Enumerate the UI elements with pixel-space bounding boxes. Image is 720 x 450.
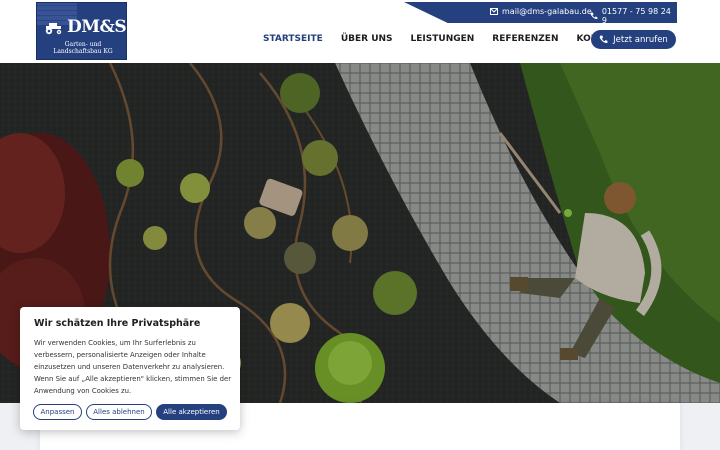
call-now-label: Jetzt anrufen xyxy=(613,34,668,45)
customize-button[interactable]: Anpassen xyxy=(33,404,82,420)
phone-text: 01577 - 75 98 24 9 xyxy=(601,7,671,25)
phone-icon xyxy=(599,35,608,44)
mail-icon xyxy=(490,8,498,15)
cookie-consent-dialog: Wir schätzen Ihre Privatsphäre Wir verwe… xyxy=(20,307,240,430)
site-header: DM&S Garten- und Landschaftsbau KG mail@… xyxy=(0,0,720,63)
call-now-button[interactable]: Jetzt anrufen xyxy=(591,30,676,49)
email-link[interactable]: mail@dms-galabau.de xyxy=(490,7,592,16)
cookie-title: Wir schätzen Ihre Privatsphäre xyxy=(34,318,201,329)
nav-item-startseite[interactable]: STARTSEITE xyxy=(263,34,323,44)
tractor-icon xyxy=(45,23,62,35)
main-navigation: STARTSEITE ÜBER UNS LEISTUNGEN REFERENZE… xyxy=(263,34,624,44)
accept-all-button[interactable]: Alle akzeptieren xyxy=(156,404,227,420)
logo-brand: DM&S xyxy=(67,17,127,37)
nav-item-referenzen[interactable]: REFERENZEN xyxy=(492,34,558,44)
phone-link[interactable]: 01577 - 75 98 24 9 xyxy=(590,7,677,25)
reject-all-button[interactable]: Alles ablehnen xyxy=(86,404,152,420)
nav-item-ueber-uns[interactable]: ÜBER UNS xyxy=(341,34,393,44)
phone-icon xyxy=(590,12,598,20)
cookie-buttons: Anpassen Alles ablehnen Alle akzeptieren xyxy=(33,404,227,420)
logo-tagline: Garten- und Landschaftsbau KG xyxy=(53,41,113,55)
nav-item-leistungen[interactable]: LEISTUNGEN xyxy=(411,34,475,44)
company-logo[interactable]: DM&S Garten- und Landschaftsbau KG xyxy=(36,2,127,60)
contact-bar: mail@dms-galabau.de 01577 - 75 98 24 9 xyxy=(404,2,677,23)
email-text: mail@dms-galabau.de xyxy=(502,7,592,16)
cookie-text: Wir verwenden Cookies, um Ihr Surferlebn… xyxy=(34,339,232,395)
